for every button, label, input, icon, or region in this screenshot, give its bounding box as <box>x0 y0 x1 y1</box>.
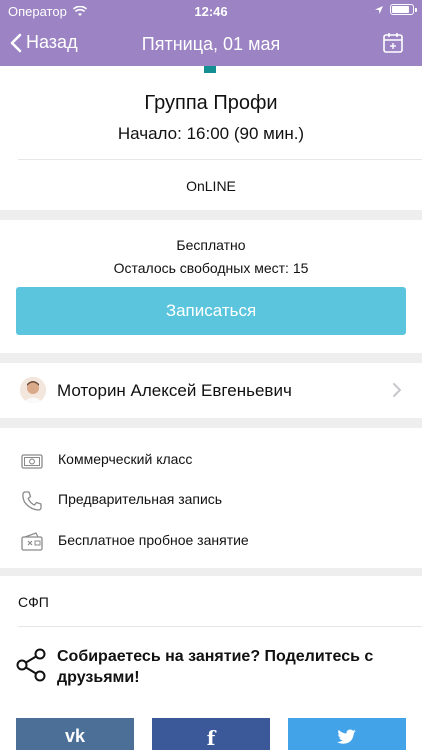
trainer-avatar <box>20 377 46 403</box>
category-color-marker <box>204 66 216 73</box>
trainer-name: Моторин Алексей Евгеньевич <box>57 381 292 400</box>
feature-item: Предварительная запись <box>0 483 422 523</box>
feature-label: Предварительная запись <box>58 491 223 507</box>
share-section: Собираетесь на занятие? Поделитесь с дру… <box>0 636 422 696</box>
free-seats: Осталось свободных мест: 15 <box>113 260 309 276</box>
section-separator <box>0 210 422 220</box>
page-title: Пятница, 01 мая <box>141 34 281 54</box>
signup-button[interactable]: Записаться <box>16 287 406 335</box>
status-right <box>374 4 417 15</box>
event-location: OnLINE <box>186 178 236 194</box>
phone-icon <box>22 491 42 511</box>
chevron-right-icon <box>393 383 401 397</box>
navigation-bar: Назад Пятница, 01 мая <box>0 24 422 66</box>
section-separator <box>0 418 422 428</box>
divider <box>18 626 422 627</box>
share-text: Собираетесь на занятие? Поделитесь с дру… <box>57 648 374 686</box>
section-separator <box>0 353 422 363</box>
vk-icon: vk <box>64 726 86 746</box>
event-start-time: Начало: 16:00 (90 мин.) <box>117 124 305 143</box>
feature-item: Коммерческий класс <box>0 443 422 483</box>
money-icon <box>21 454 43 469</box>
feature-label: Бесплатное пробное занятие <box>58 532 249 548</box>
twitter-icon <box>337 729 356 744</box>
feature-item: Бесплатное пробное занятие <box>0 524 422 564</box>
share-twitter-button[interactable] <box>288 718 406 750</box>
event-title: Группа Профи <box>144 92 278 114</box>
program-tag: СФП <box>18 594 49 610</box>
person-icon <box>20 377 46 403</box>
add-to-calendar-icon[interactable] <box>382 32 404 54</box>
wallet-icon <box>21 532 43 551</box>
location-arrow-icon <box>375 5 383 14</box>
section-separator <box>0 568 422 576</box>
share-icon <box>16 648 46 682</box>
trainer-row[interactable]: Моторин Алексей Евгеньевич <box>0 363 422 418</box>
share-vk-button[interactable]: vk <box>16 718 134 750</box>
battery-icon <box>390 4 417 15</box>
facebook-icon: f <box>206 726 216 750</box>
status-bar: Оператор 12:46 <box>0 0 422 24</box>
status-time: 12:46 <box>194 4 228 19</box>
feature-label: Коммерческий класс <box>58 451 193 467</box>
share-facebook-button[interactable]: f <box>152 718 270 750</box>
event-price: Бесплатно <box>176 237 246 253</box>
divider <box>18 159 422 160</box>
